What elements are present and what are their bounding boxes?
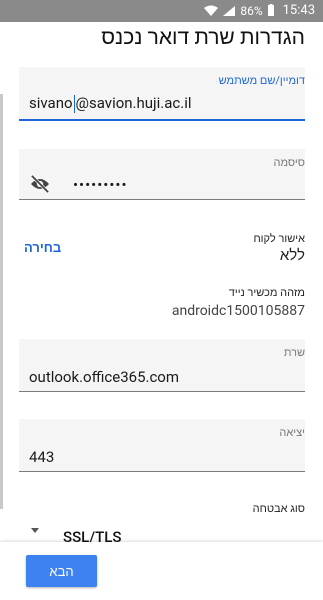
username-label: דומיין/שם משתמש: [218, 74, 305, 87]
text-cursor: [73, 95, 75, 114]
choose-cert-button[interactable]: בחירה: [24, 240, 61, 256]
client-cert-label: אישור לקוח: [253, 232, 305, 245]
signal-icon: [223, 5, 236, 16]
battery-icon: [267, 4, 274, 16]
username-field[interactable]: דומיין/שם משתמש sivano @savion.huji.ac.il: [19, 67, 305, 121]
port-field[interactable]: יציאה 443: [19, 419, 305, 472]
device-id-value: androidc1500105887: [171, 303, 305, 319]
port-label: יציאה: [279, 426, 305, 439]
security-type-label: סוג אבטחה: [252, 502, 305, 515]
username-value: sivano @savion.huji.ac.il: [29, 94, 192, 114]
visibility-off-icon[interactable]: [29, 175, 51, 193]
dropdown-arrow-icon: [31, 528, 39, 533]
bottom-bar: הבא: [0, 542, 323, 600]
battery-percent: 86%: [240, 3, 263, 18]
next-button[interactable]: הבא: [26, 555, 97, 587]
server-field[interactable]: שרת outlook.office365.com: [19, 339, 305, 392]
password-field[interactable]: סיסמה •••••••••: [19, 149, 305, 200]
scrollbar[interactable]: [0, 94, 3, 509]
server-value: outlook.office365.com: [29, 368, 180, 386]
page-title: הגדרות שרת דואר נכנס: [101, 26, 305, 50]
password-label: סיסמה: [273, 156, 306, 169]
device-id-label: מזהה מכשיר נייד: [228, 286, 305, 299]
clock: 15:43: [282, 3, 315, 18]
status-bar: 86% 15:43: [0, 0, 323, 22]
server-label: שרת: [283, 346, 305, 359]
password-value: •••••••••: [73, 176, 128, 194]
port-value: 443: [29, 448, 55, 466]
wifi-icon: [204, 5, 219, 16]
client-cert-value: ללא: [279, 246, 305, 264]
